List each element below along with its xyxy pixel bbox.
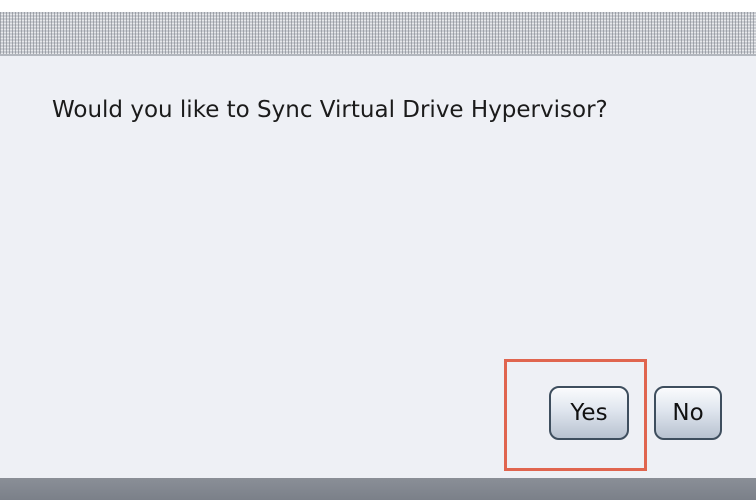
- dialog-footer-bar: [0, 478, 756, 500]
- dialog-body: Would you like to Sync Virtual Drive Hyp…: [0, 56, 756, 478]
- dialog-title-bar[interactable]: [0, 12, 756, 56]
- no-button[interactable]: No: [654, 386, 722, 440]
- dialog-message: Would you like to Sync Virtual Drive Hyp…: [52, 97, 608, 123]
- yes-button[interactable]: Yes: [549, 386, 629, 440]
- sync-confirm-dialog: Would you like to Sync Virtual Drive Hyp…: [0, 0, 756, 500]
